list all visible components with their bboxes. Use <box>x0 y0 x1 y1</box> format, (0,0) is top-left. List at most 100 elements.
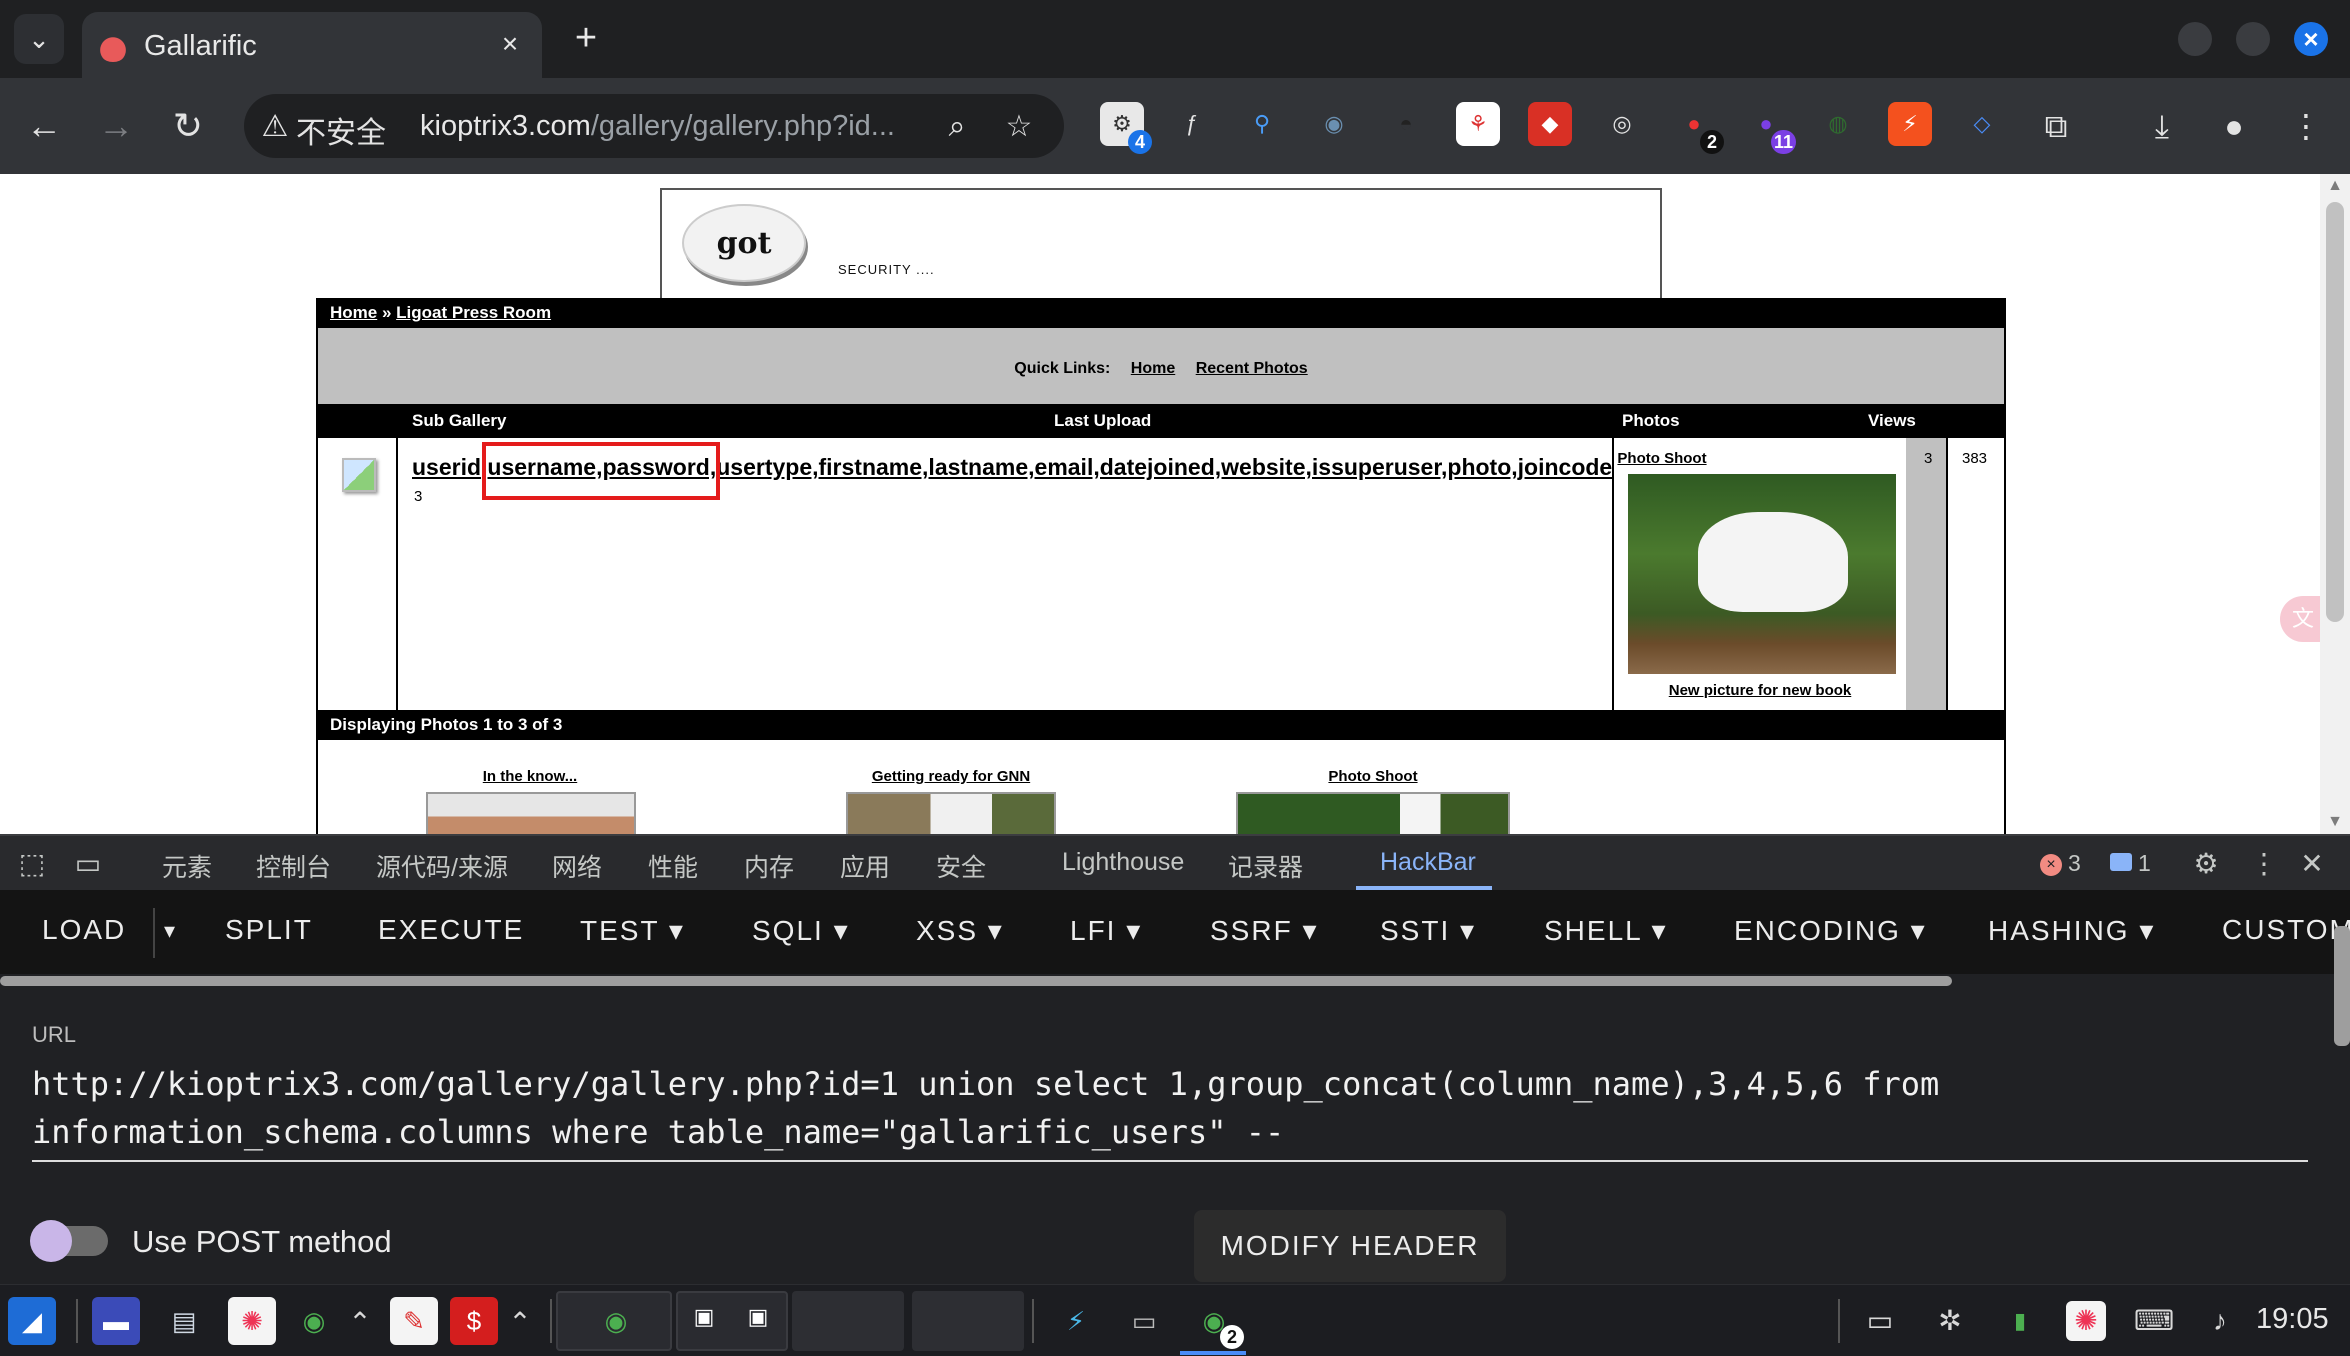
app-swirl-icon[interactable]: ✺ <box>228 1297 276 1345</box>
text-editor-icon[interactable]: ✎ <box>390 1297 438 1345</box>
goat-photo-image[interactable] <box>1628 474 1896 674</box>
hackbar-shell-menu[interactable]: SHELL ▾ <box>1544 914 1668 947</box>
hackbar-scrollbar-thumb[interactable] <box>0 976 1952 986</box>
hackbar-split-button[interactable]: SPLIT <box>225 914 313 946</box>
taskbar-window-empty-2[interactable] <box>912 1291 1024 1351</box>
chrome-running-icon[interactable]: ◉ 2 <box>1190 1297 1244 1349</box>
devtools-settings-gear-icon[interactable]: ⚙ <box>2188 846 2224 882</box>
devtools-tab-network[interactable]: 网络 <box>552 848 602 884</box>
window-maximize-button[interactable] <box>2236 22 2270 56</box>
devtools-close-icon[interactable]: ✕ <box>2294 846 2330 882</box>
thumb-image-3[interactable] <box>1236 792 1510 834</box>
modify-header-button[interactable]: MODIFY HEADER <box>1194 1210 1506 1282</box>
tray-app-icon[interactable]: ✺ <box>2066 1301 2106 1341</box>
browser-tab-active[interactable]: Gallarific × <box>82 12 542 78</box>
file-manager-icon[interactable]: ▤ <box>160 1297 208 1345</box>
tray-battery-icon[interactable]: ▮ <box>2000 1301 2040 1341</box>
hackbar-sqli-menu[interactable]: SQLI ▾ <box>752 914 850 947</box>
tray-volume-icon[interactable]: ♪ <box>2200 1301 2240 1341</box>
extension-13-icon[interactable]: ◇ <box>1960 102 2004 146</box>
back-arrow-icon[interactable]: ← <box>18 100 70 152</box>
quick-link-home[interactable]: Home <box>1131 360 1175 377</box>
tab-close-icon[interactable]: × <box>492 26 528 62</box>
window-close-button[interactable]: × <box>2294 22 2328 56</box>
hackbar-custom-menu[interactable]: CUSTOM <box>2222 914 2350 946</box>
thumb-image-2[interactable] <box>846 792 1056 834</box>
devtools-tab-lighthouse[interactable]: Lighthouse <box>1062 848 1184 877</box>
extension-4-eye-icon[interactable]: ◉ <box>1312 102 1356 146</box>
expand-caret-icon[interactable]: ⌃ <box>340 1303 380 1343</box>
hackbar-xss-menu[interactable]: XSS ▾ <box>916 914 1004 947</box>
taskbar-window-empty-1[interactable] <box>792 1291 904 1351</box>
extension-6-icon[interactable]: ⚘ <box>1456 102 1500 146</box>
load-dropdown-caret-icon[interactable]: ▾ <box>164 918 177 944</box>
gallery-thumbnail-icon[interactable] <box>342 458 376 492</box>
last-upload-caption-link[interactable]: New picture for new book <box>1590 682 1930 699</box>
scroll-down-icon[interactable]: ▼ <box>2320 810 2350 834</box>
burp-app-icon[interactable]: ⚡ <box>1052 1297 1100 1345</box>
terminal-red-icon[interactable]: $ <box>450 1297 498 1345</box>
extension-12-icon[interactable]: ⚡ <box>1888 102 1932 146</box>
devtools-tab-console[interactable]: 控制台 <box>256 848 331 884</box>
new-tab-button[interactable]: + <box>566 16 606 60</box>
hackbar-lfi-menu[interactable]: LFI ▾ <box>1070 914 1142 947</box>
forward-arrow-icon[interactable]: → <box>90 100 142 152</box>
chrome-launcher-icon[interactable]: ◉ <box>290 1297 338 1345</box>
taskbar-window-terminals[interactable]: ▣ ▣ <box>676 1291 788 1351</box>
expand-caret-2-icon[interactable]: ⌃ <box>500 1303 540 1343</box>
devtools-tab-hackbar[interactable]: HackBar <box>1380 848 1476 877</box>
extension-8-circle-icon[interactable]: ◎ <box>1600 102 1644 146</box>
inspect-element-icon[interactable]: ⬚ <box>14 846 50 882</box>
message-count-badge[interactable]: 1 <box>2110 850 2151 877</box>
hackbar-test-menu[interactable]: TEST ▾ <box>580 914 685 947</box>
url-text[interactable]: kioptrix3.com/gallery/gallery.php?id... <box>420 110 895 143</box>
devtools-tab-memory[interactable]: 内存 <box>744 848 794 884</box>
error-count-badge[interactable]: × 3 <box>2040 850 2081 877</box>
extension-5-hat-icon[interactable]: ◓ <box>1384 102 1428 146</box>
toggle-knob[interactable] <box>30 1220 72 1262</box>
page-scrollbar-thumb[interactable] <box>2326 202 2344 622</box>
tray-window-icon[interactable]: ▭ <box>1860 1301 1900 1341</box>
zoom-search-icon[interactable]: ⌕ <box>938 108 976 146</box>
reload-icon[interactable]: ↻ <box>162 100 214 152</box>
download-icon[interactable]: ⤓ <box>2136 100 2188 152</box>
post-method-toggle[interactable] <box>30 1220 108 1262</box>
hackbar-url-input[interactable]: http://kioptrix3.com/gallery/gallery.php… <box>32 1060 2312 1156</box>
extension-10-icon[interactable]: ● 11 <box>1744 102 1796 154</box>
breadcrumb-home-link[interactable]: Home <box>330 303 377 322</box>
breadcrumb-section-link[interactable]: Ligoat Press Room <box>396 303 551 322</box>
tab-search-chevron-icon[interactable]: ⌄ <box>14 14 64 64</box>
devtools-more-icon[interactable]: ⋮ <box>2246 846 2282 882</box>
devtools-tab-sources[interactable]: 源代码/来源 <box>376 848 508 884</box>
thumb-image-1[interactable] <box>426 792 636 834</box>
extensions-puzzle-icon[interactable]: ⧉ <box>2030 100 2082 152</box>
devtools-tab-security[interactable]: 安全 <box>936 848 986 884</box>
taskbar-window-chrome[interactable]: ◉ <box>556 1291 672 1351</box>
warning-triangle-icon[interactable]: ⚠ <box>258 110 292 144</box>
page-scrollbar[interactable]: ▲ ▼ <box>2320 174 2350 834</box>
bookmark-star-icon[interactable]: ☆ <box>1000 108 1038 146</box>
quick-link-recent-photos[interactable]: Recent Photos <box>1196 360 1308 377</box>
devtools-tab-recorder[interactable]: 记录器 <box>1228 848 1303 884</box>
window-minimize-button[interactable] <box>2178 22 2212 56</box>
hackbar-ssti-menu[interactable]: SSTI ▾ <box>1380 914 1476 947</box>
extension-1-icon[interactable]: ⚙ 4 <box>1100 102 1152 154</box>
hackbar-vertical-scrollbar[interactable] <box>2334 926 2350 1046</box>
hackbar-ssrf-menu[interactable]: SSRF ▾ <box>1210 914 1319 947</box>
device-toolbar-icon[interactable]: ▭ <box>70 846 106 882</box>
devtools-tab-elements[interactable]: 元素 <box>162 848 212 884</box>
extension-2-icon[interactable]: ƒ <box>1170 102 1214 146</box>
browser-menu-icon[interactable]: ⋮ <box>2280 100 2332 152</box>
profile-avatar-icon[interactable]: ● <box>2208 100 2260 152</box>
hackbar-hashing-menu[interactable]: HASHING ▾ <box>1988 914 2155 947</box>
last-upload-title-link[interactable]: Photo Shoot <box>1562 450 1762 467</box>
scroll-up-icon[interactable]: ▲ <box>2320 174 2350 198</box>
devtools-tab-application[interactable]: 应用 <box>840 848 890 884</box>
extension-11-icon[interactable]: ◍ <box>1816 102 1860 146</box>
thumb-caption-3[interactable]: Photo Shoot <box>1273 768 1473 785</box>
extension-3-pin-icon[interactable]: ⚲ <box>1240 102 1284 146</box>
extension-9-icon[interactable]: ● 2 <box>1672 102 1724 154</box>
thumb-caption-1[interactable]: In the know... <box>430 768 630 785</box>
devtools-tab-performance[interactable]: 性能 <box>648 848 698 884</box>
kali-menu-icon[interactable]: ◢ <box>8 1297 56 1345</box>
